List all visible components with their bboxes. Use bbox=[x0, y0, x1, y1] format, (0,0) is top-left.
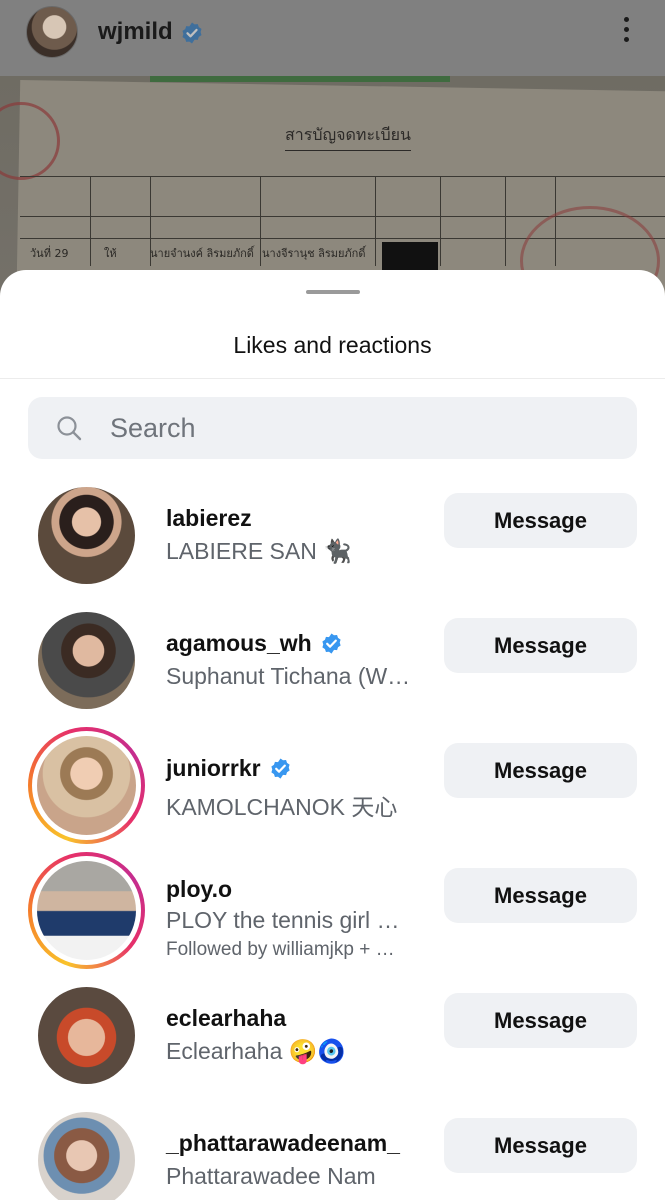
document-title: สารบัญจดทะเบียน bbox=[285, 123, 411, 151]
username-row[interactable]: juniorrkr bbox=[166, 755, 292, 782]
verified-badge-icon bbox=[270, 758, 290, 779]
verified-badge-icon bbox=[182, 22, 202, 44]
document-row-type: ให้ bbox=[104, 247, 117, 260]
avatar-image bbox=[38, 612, 135, 709]
username: agamous_wh bbox=[166, 630, 312, 656]
full-name: KAMOLCHANOK 天心 bbox=[166, 794, 398, 820]
avatar-image bbox=[38, 487, 135, 584]
full-name: Phattarawadee Nam bbox=[166, 1163, 376, 1189]
sheet-title: Likes and reactions bbox=[233, 332, 432, 358]
search-bar[interactable] bbox=[28, 397, 637, 459]
image-top-strip bbox=[150, 76, 450, 82]
message-button[interactable]: Message bbox=[444, 868, 637, 923]
search-icon bbox=[57, 416, 82, 441]
full-name: PLOY the tennis girl … bbox=[166, 907, 400, 933]
username-row[interactable]: _phattarawadeenam_ bbox=[166, 1130, 400, 1157]
username: _phattarawadeenam_ bbox=[166, 1130, 400, 1156]
message-button[interactable]: Message bbox=[444, 743, 637, 798]
avatar-story-ring[interactable] bbox=[28, 727, 145, 844]
post-header: wjmild bbox=[0, 0, 665, 76]
avatar-story-ring[interactable] bbox=[28, 852, 145, 969]
list-item[interactable]: juniorrkr KAMOLCHANOK 天心 Message bbox=[0, 727, 665, 860]
username: ploy.o bbox=[166, 876, 233, 902]
user-list: labierez LABIERE SAN 🐈‍⬛ Message agamous… bbox=[0, 485, 665, 1200]
document-row-person2: นางจีรานุช ลิรมยภักดิ์ bbox=[262, 247, 366, 260]
avatar-image bbox=[38, 987, 135, 1084]
full-name: Suphanut Tichana (W… bbox=[166, 663, 411, 689]
likes-sheet: Likes and reactions labierez LABIERE SAN… bbox=[0, 270, 665, 1200]
verified-badge-icon bbox=[322, 633, 341, 654]
list-item[interactable]: agamous_wh Suphanut Tichana (W… Message bbox=[0, 610, 665, 735]
search-input[interactable] bbox=[110, 397, 610, 459]
more-options-icon[interactable] bbox=[614, 14, 638, 48]
full-name: Eclearhaha 🤪🧿 bbox=[166, 1038, 347, 1064]
list-item[interactable]: eclearhaha Eclearhaha 🤪🧿 Message bbox=[0, 985, 665, 1110]
list-item[interactable]: labierez LABIERE SAN 🐈‍⬛ Message bbox=[0, 485, 665, 610]
list-item[interactable]: _phattarawadeenam_ Phattarawadee Nam Mes… bbox=[0, 1110, 665, 1200]
avatar[interactable] bbox=[38, 487, 135, 584]
document-row-person1: นายจำนงค์ ลิรมยภักดิ์ bbox=[150, 247, 254, 260]
avatar[interactable] bbox=[38, 987, 135, 1084]
message-button[interactable]: Message bbox=[444, 1118, 637, 1173]
message-button[interactable]: Message bbox=[444, 493, 637, 548]
avatar-image bbox=[37, 861, 136, 960]
username-row[interactable]: eclearhaha bbox=[166, 1005, 286, 1032]
avatar-image bbox=[38, 1112, 135, 1200]
username: juniorrkr bbox=[166, 755, 261, 781]
drag-handle[interactable] bbox=[306, 290, 360, 294]
list-item[interactable]: ploy.o PLOY the tennis girl … Followed b… bbox=[0, 852, 665, 985]
username: labierez bbox=[166, 505, 252, 531]
post-author-avatar[interactable] bbox=[26, 6, 78, 58]
username: eclearhaha bbox=[166, 1005, 287, 1031]
username-row[interactable]: labierez bbox=[166, 505, 252, 532]
full-name: LABIERE SAN 🐈‍⬛ bbox=[166, 538, 352, 564]
avatar-image bbox=[37, 736, 136, 835]
message-button[interactable]: Message bbox=[444, 618, 637, 673]
avatar[interactable] bbox=[38, 1112, 135, 1200]
divider bbox=[0, 378, 665, 379]
message-button[interactable]: Message bbox=[444, 993, 637, 1048]
post-author-username[interactable]: wjmild bbox=[98, 18, 173, 46]
document-row-day: วันที่ 29 bbox=[30, 247, 69, 260]
username-row[interactable]: ploy.o bbox=[166, 876, 232, 903]
redaction-block bbox=[382, 242, 438, 270]
followed-by-text: Followed by williamjkp + … bbox=[166, 939, 395, 960]
avatar[interactable] bbox=[38, 612, 135, 709]
username-row[interactable]: agamous_wh bbox=[166, 630, 343, 657]
